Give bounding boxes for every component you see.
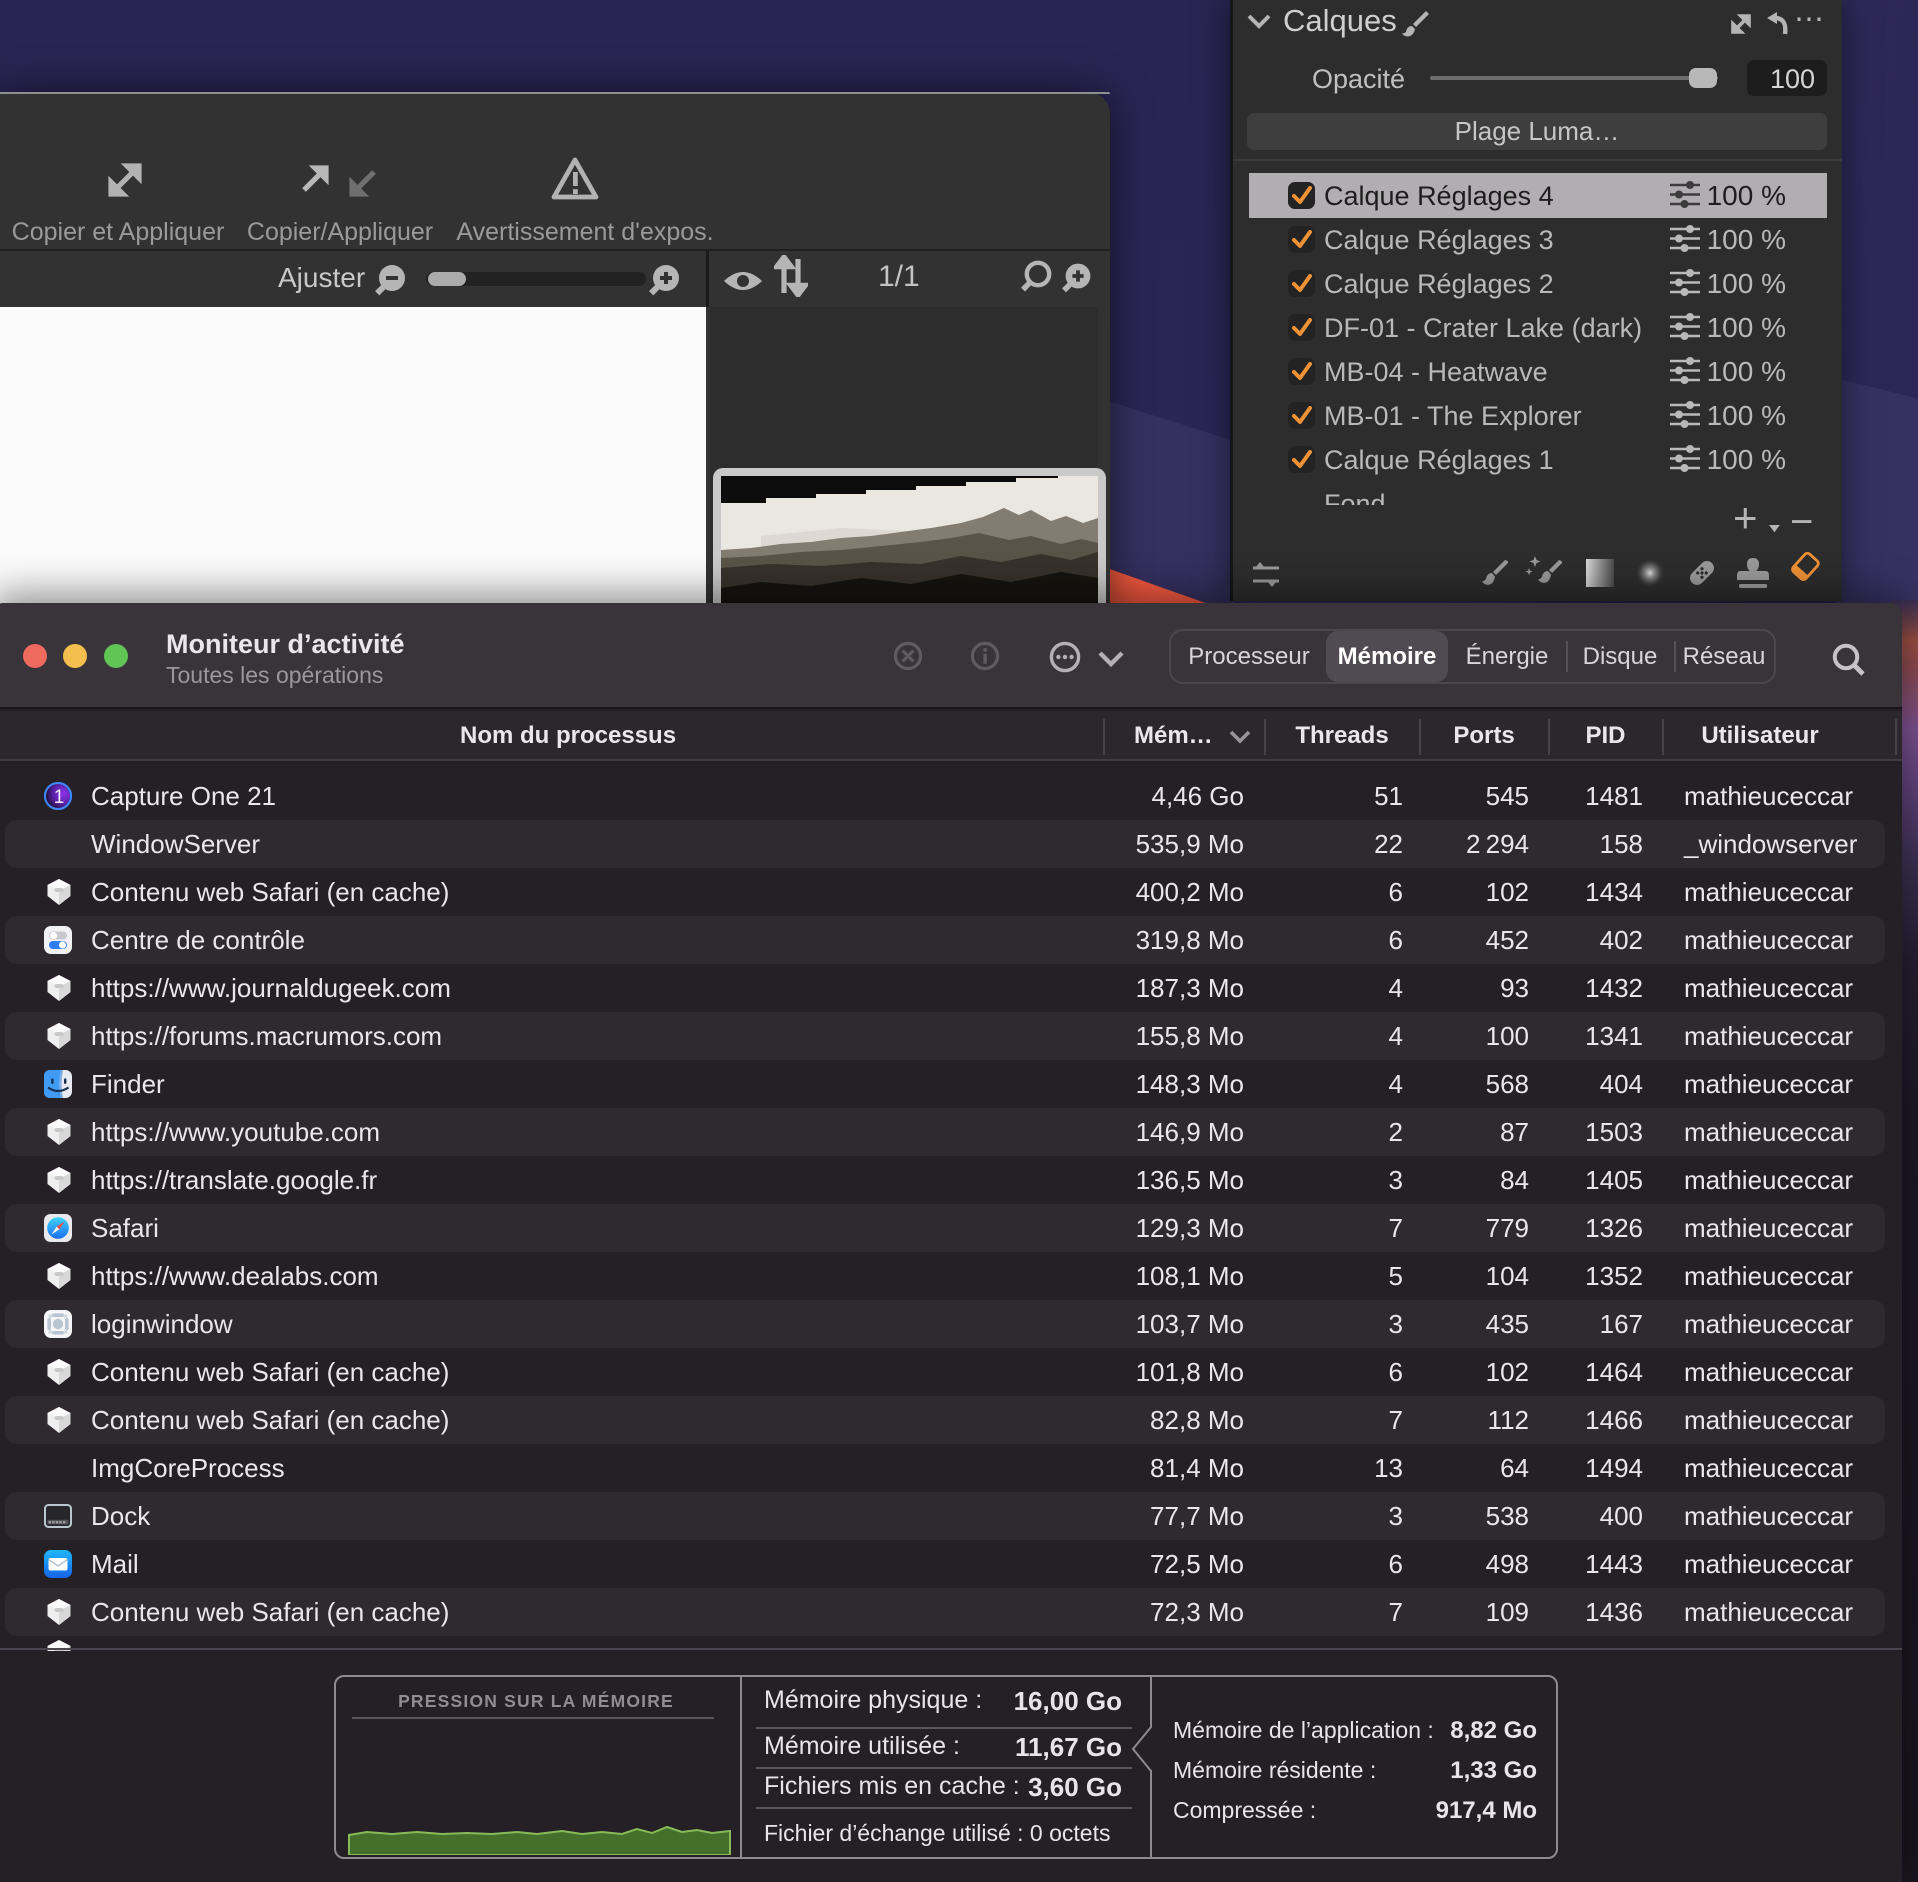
svg-text:1: 1 — [54, 787, 65, 808]
